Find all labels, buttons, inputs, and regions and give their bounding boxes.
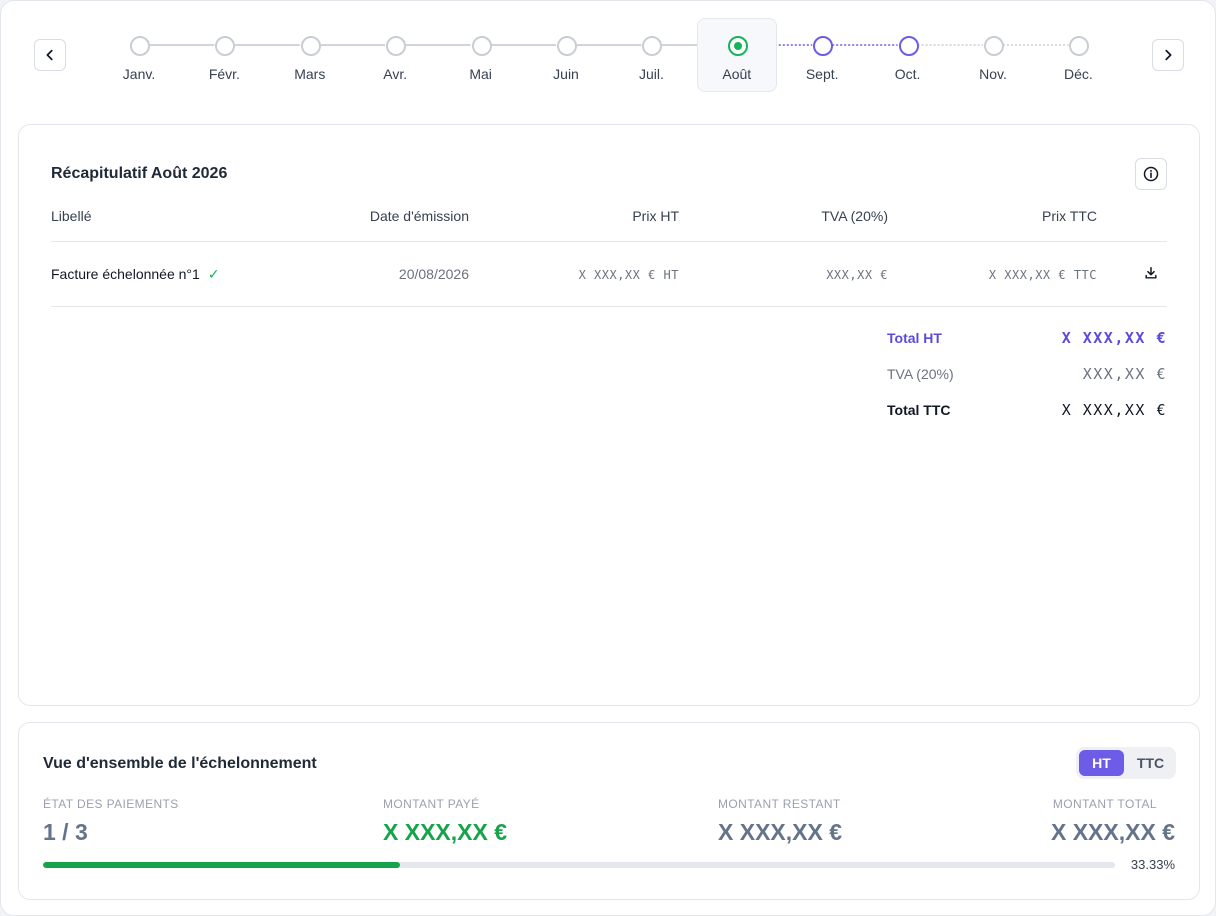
- month-label: Nov.: [979, 66, 1007, 82]
- month-dot: [300, 36, 321, 56]
- month-dot: [215, 36, 236, 56]
- month-timeline: Janv. Févr. Mars Avr. Mai Juin Juil. Août Sept. O…: [1, 1, 1216, 101]
- payment-progress-percent: 33.33%: [1130, 857, 1175, 872]
- month-dot: [557, 36, 577, 56]
- month-label: Janv.: [122, 66, 156, 82]
- month-label: Oct.: [894, 66, 921, 82]
- page-frame: Janv. Févr. Mars Avr. Mai Juin Juil. Août Sept. O…: [0, 0, 1216, 916]
- column-header-label: Libellé: [51, 208, 92, 224]
- month-label: Mai: [469, 66, 492, 82]
- invoice-price-ht: X XXX,XX € HT: [578, 268, 679, 282]
- info-icon: [1143, 166, 1159, 182]
- month-3[interactable]: Mars: [270, 18, 350, 92]
- next-year-button[interactable]: [1152, 39, 1184, 71]
- month-label: Juin: [553, 66, 579, 82]
- download-icon: [1145, 267, 1157, 279]
- month-label: Juil.: [638, 66, 664, 82]
- total-ttc-value: X XXX,XX €: [1061, 401, 1167, 419]
- month-12[interactable]: Déc.: [1038, 18, 1118, 92]
- column-header-ttc: Prix TTC: [1042, 208, 1097, 224]
- paid-amount-label: MONTANT PAYÉ: [383, 797, 480, 811]
- total-tva-value: XXX,XX €: [1082, 365, 1167, 383]
- invoice-tva: XXX,XX €: [826, 268, 888, 282]
- month-11[interactable]: Nov.: [953, 18, 1033, 92]
- column-header-ht: Prix HT: [632, 208, 679, 224]
- month-6[interactable]: Juin: [526, 18, 606, 92]
- total-amount-value: X XXX,XX €: [1050, 819, 1175, 845]
- month-dot: [813, 36, 834, 56]
- payment-status-label: ÉTAT DES PAIEMENTS: [43, 797, 179, 811]
- row-divider: [51, 306, 1167, 307]
- month-4[interactable]: Avr.: [355, 18, 435, 92]
- month-dot: [898, 36, 919, 56]
- total-amount-label: MONTANT TOTAL: [1052, 797, 1157, 811]
- total-ht-value: X XXX,XX €: [1061, 329, 1167, 347]
- month-dot: [471, 36, 492, 56]
- toggle-ttc[interactable]: TTC: [1128, 750, 1173, 776]
- invoice-date: 20/08/2026: [398, 266, 469, 282]
- timeline-connectors: [149, 44, 1069, 46]
- total-tva-label: TVA (20%): [887, 366, 954, 382]
- month-1[interactable]: Janv.: [99, 18, 179, 92]
- month-5[interactable]: Mai: [441, 18, 521, 92]
- header-divider: [51, 241, 1167, 242]
- column-header-date: Date d'émission: [369, 208, 469, 224]
- payment-progress-bar: [43, 862, 1115, 868]
- remaining-amount-label: MONTANT RESTANT: [718, 797, 841, 811]
- check-icon: ✓: [207, 266, 220, 282]
- download-invoice-button[interactable]: [1141, 263, 1161, 283]
- month-9[interactable]: Sept.: [782, 18, 862, 92]
- summary-title: Récapitulatif Août 2026: [51, 165, 228, 182]
- column-header-tva: TVA (20%): [821, 208, 888, 224]
- paid-amount-value: X XXX,XX €: [383, 819, 508, 845]
- invoice-label-cell: Facture échelonnée n°1 ✓: [51, 266, 220, 283]
- month-dot: [1069, 36, 1090, 56]
- chevron-right-icon: [1165, 49, 1172, 61]
- remaining-amount-value: X XXX,XX €: [718, 819, 843, 845]
- invoice-label: Facture échelonnée n°1: [51, 266, 200, 282]
- overview-card: Vue d'ensemble de l'échelonnement HT TTC…: [18, 722, 1200, 900]
- month-dot: [386, 36, 407, 56]
- month-8[interactable]: Août: [696, 18, 777, 92]
- month-dot: [130, 36, 150, 56]
- month-10[interactable]: Oct.: [868, 18, 948, 92]
- month-label: Sept.: [805, 66, 839, 82]
- month-dot: [642, 36, 663, 56]
- overview-title: Vue d'ensemble de l'échelonnement: [43, 755, 317, 772]
- month-label: Août: [722, 66, 752, 82]
- total-ttc-label: Total TTC: [887, 402, 951, 418]
- month-label: Avr.: [383, 66, 408, 82]
- invoice-price-ttc: X XXX,XX € TTC: [988, 268, 1097, 282]
- month-label: Mars: [294, 66, 326, 82]
- chevron-left-icon: [46, 49, 53, 61]
- previous-year-button[interactable]: [34, 39, 66, 71]
- month-dot: [984, 36, 1004, 56]
- info-button[interactable]: [1135, 158, 1167, 190]
- summary-card: Récapitulatif Août 2026 Libellé Date d'é…: [18, 124, 1200, 706]
- month-dot: [727, 36, 748, 56]
- payment-progress-fill: [43, 862, 401, 868]
- month-2[interactable]: Févr.: [184, 18, 264, 92]
- payment-status-value: 1 / 3: [43, 819, 88, 845]
- ht-ttc-toggle: HT TTC: [1076, 747, 1176, 779]
- month-label: Déc.: [1063, 66, 1093, 82]
- month-label: Févr.: [208, 66, 240, 82]
- month-7[interactable]: Juil.: [611, 18, 691, 92]
- toggle-ht[interactable]: HT: [1079, 750, 1124, 776]
- total-ht-label: Total HT: [887, 330, 942, 346]
